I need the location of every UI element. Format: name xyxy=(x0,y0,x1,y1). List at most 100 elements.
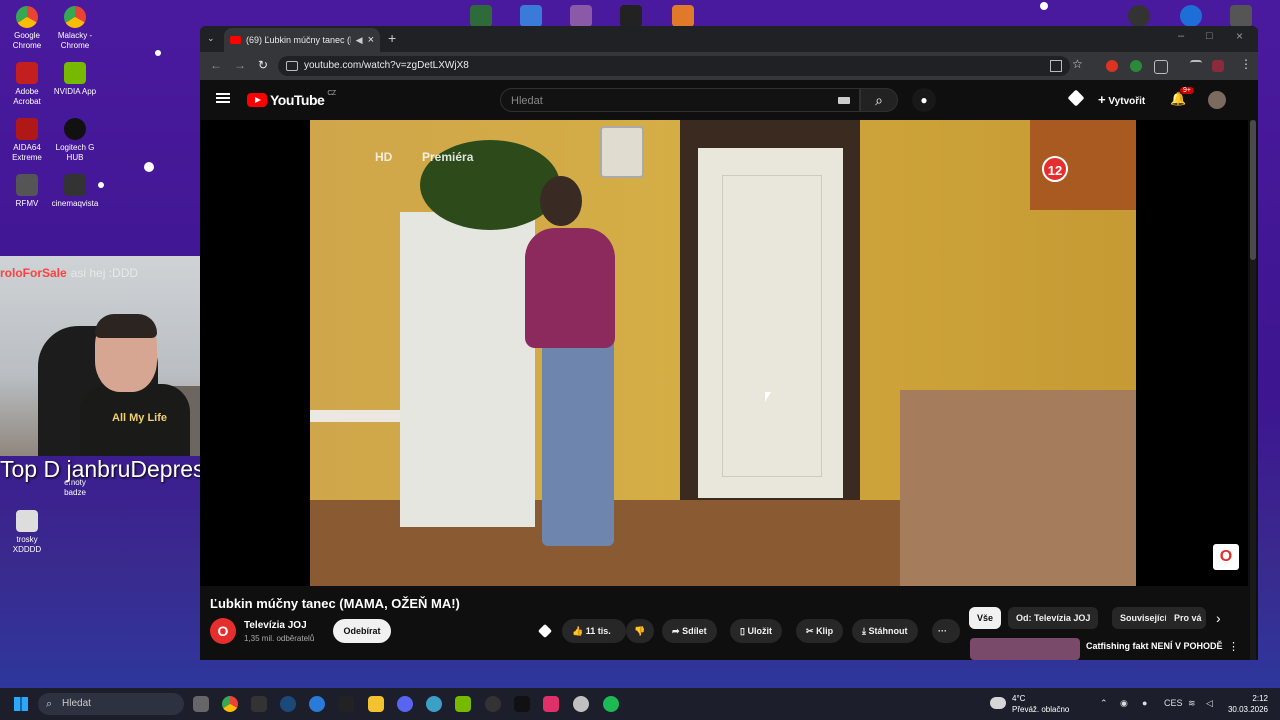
cast-icon[interactable] xyxy=(1050,60,1062,72)
channel-avatar[interactable]: O xyxy=(210,618,236,644)
window-close-icon[interactable]: × xyxy=(1236,29,1243,43)
desktop-top-icon[interactable] xyxy=(1230,5,1252,27)
chip-for-you[interactable]: Pro vá xyxy=(1166,607,1206,629)
desktop-icon-malacky-chrome[interactable]: Malacky - Chrome xyxy=(48,6,102,51)
channel-name[interactable]: Televízia JOJ xyxy=(244,620,307,631)
share-button[interactable]: ➦ Sdílet xyxy=(662,619,717,643)
desktop-icon-logitech[interactable]: Logitech G HUB xyxy=(48,118,102,163)
page-scrollbar[interactable] xyxy=(1250,120,1256,660)
task-view-icon[interactable] xyxy=(193,696,209,712)
hamburger-menu-icon[interactable] xyxy=(216,93,230,95)
adblock-extension-icon[interactable] xyxy=(1106,60,1118,72)
desktop-top-icon[interactable] xyxy=(520,5,542,27)
save-button[interactable]: ▯ Uložit xyxy=(730,619,782,643)
casting-icon[interactable] xyxy=(1067,89,1085,107)
steam-taskbar-icon[interactable] xyxy=(280,696,296,712)
clip-button[interactable]: ✂ Klip xyxy=(796,619,844,643)
youtube-header: YouTube CZ Hledat ⌕ ● + Vytvořit 🔔 9+ xyxy=(200,80,1258,120)
reload-icon[interactable]: ↻ xyxy=(258,58,268,72)
desktop-icon-aida64[interactable]: AIDA64 Extreme xyxy=(0,118,54,163)
tab-list-icon[interactable]: ⌄ xyxy=(207,33,215,44)
spotify-taskbar-icon[interactable] xyxy=(603,696,619,712)
obs-taskbar-icon[interactable] xyxy=(485,696,501,712)
channel-watermark[interactable]: O xyxy=(1213,544,1239,570)
keyboard-icon[interactable] xyxy=(838,97,850,104)
epic-games-taskbar-icon[interactable] xyxy=(338,696,354,712)
taskbar-clock[interactable]: 2:12 30.03.2026 xyxy=(1224,693,1268,715)
chip-from-channel[interactable]: Od: Televízia JOJ xyxy=(1008,607,1099,629)
taskbar: Hledat ⌕ 4°C Převáž. oblačno ⌃ ◉ ● CES ≋… xyxy=(0,688,1280,720)
desktop-icon-cinemaqvista[interactable]: cinemaqvista xyxy=(48,174,102,209)
language-indicator[interactable]: CES xyxy=(1164,698,1183,708)
back-icon[interactable]: ← xyxy=(210,58,222,72)
bookmark-star-icon[interactable]: ☆ xyxy=(1072,57,1083,71)
desktop-icon-nvidia[interactable]: NVIDIA App xyxy=(48,62,102,97)
voice-search-icon[interactable]: ● xyxy=(912,88,936,112)
desktop-top-icon[interactable] xyxy=(570,5,592,27)
desktop-top-icon[interactable] xyxy=(672,5,694,27)
youtube-play-icon xyxy=(247,93,267,107)
recommendation-menu-icon[interactable]: ⋮ xyxy=(1228,640,1239,653)
logitech-icon xyxy=(64,118,86,140)
trosky-icon xyxy=(16,510,38,532)
chip-all[interactable]: Vše xyxy=(969,607,1002,629)
tray-wifi-icon[interactable]: ≋ xyxy=(1188,698,1196,709)
tray-mic-icon[interactable]: ● xyxy=(1142,698,1147,708)
scrollbar-thumb[interactable] xyxy=(1250,120,1256,260)
desktop-top-icon[interactable] xyxy=(620,5,642,27)
desktop-icon-trosky[interactable]: trosky XDDDD xyxy=(0,510,54,555)
desktop-icon-chrome[interactable]: Google Chrome xyxy=(0,6,54,51)
desktop-top-icon[interactable] xyxy=(1128,5,1150,27)
subscribe-button[interactable]: Odebírat xyxy=(333,619,391,643)
site-info-icon[interactable] xyxy=(286,61,298,71)
like-count: 11 tis. xyxy=(585,626,611,636)
desktop-icon-rfmv[interactable]: RFMV xyxy=(0,174,54,209)
taskbar-search-input[interactable]: Hledat xyxy=(38,693,184,715)
video-player[interactable]: HD Premiéra 12 O xyxy=(200,120,1248,586)
maximize-icon[interactable]: □ xyxy=(1206,30,1213,42)
download-button[interactable]: ⤓ Stáhnout xyxy=(852,619,918,643)
profile-icon[interactable] xyxy=(1212,60,1224,72)
create-button[interactable]: + Vytvořit xyxy=(1098,92,1145,107)
youtube-logo[interactable]: YouTube CZ xyxy=(247,90,336,108)
tab-close-icon[interactable]: × xyxy=(368,34,374,46)
desktop-top-icon[interactable] xyxy=(470,5,492,27)
recommendation-title[interactable]: Catfishing fakt NENÍ V POHODĚ xyxy=(1086,640,1226,652)
file-explorer-taskbar-icon[interactable] xyxy=(368,696,384,712)
windows-start-icon[interactable] xyxy=(14,697,28,711)
new-tab-button[interactable]: + xyxy=(388,30,396,46)
vpn-extension-icon[interactable] xyxy=(1130,60,1142,72)
desktop-top-icon[interactable] xyxy=(1180,5,1202,27)
desktop-icon-acrobat[interactable]: Adobe Acrobat xyxy=(0,62,54,107)
extensions-puzzle-icon[interactable] xyxy=(1154,60,1168,74)
search-button[interactable]: ⌕ xyxy=(860,88,898,112)
ai-summary-icon[interactable] xyxy=(537,623,553,639)
app-taskbar-icon[interactable] xyxy=(543,696,559,712)
tray-network-icon[interactable]: ◉ xyxy=(1120,698,1128,709)
chips-next-icon[interactable]: › xyxy=(1216,610,1221,626)
account-avatar[interactable] xyxy=(1208,91,1226,109)
weather-widget[interactable]: 4°C Převáž. oblačno xyxy=(990,693,1069,715)
chrome-taskbar-icon[interactable] xyxy=(222,696,238,712)
app-taskbar-icon[interactable] xyxy=(573,696,589,712)
forward-icon[interactable]: → xyxy=(234,58,246,72)
discord-taskbar-icon[interactable] xyxy=(397,696,413,712)
nvidia-taskbar-icon[interactable] xyxy=(455,696,471,712)
like-button[interactable]: 👍 11 tis. xyxy=(562,619,626,643)
g-app-taskbar-icon[interactable] xyxy=(251,696,267,712)
reading-list-icon[interactable] xyxy=(1190,60,1202,68)
tray-volume-icon[interactable]: ◁ xyxy=(1206,698,1213,709)
capcut-taskbar-icon[interactable] xyxy=(514,696,530,712)
browser-menu-icon[interactable]: ⋮ xyxy=(1240,57,1252,71)
search-input[interactable]: Hledat xyxy=(500,88,860,112)
tray-overflow-icon[interactable]: ⌃ xyxy=(1100,698,1108,709)
recommendation-thumbnail[interactable] xyxy=(970,638,1080,660)
battlenet-taskbar-icon[interactable] xyxy=(309,696,325,712)
minimize-icon[interactable]: – xyxy=(1178,30,1184,42)
tab-youtube[interactable]: (69) Ľubkin múčny tanec (M ◀ × xyxy=(224,28,380,52)
app-taskbar-icon[interactable] xyxy=(426,696,442,712)
more-actions-button[interactable]: ··· xyxy=(932,619,960,643)
url-input[interactable]: youtube.com/watch?v=zgDetLXWjX8 xyxy=(278,56,1070,76)
speaker-icon[interactable]: ◀ xyxy=(356,35,363,46)
dislike-button[interactable]: 👎 xyxy=(626,619,654,643)
